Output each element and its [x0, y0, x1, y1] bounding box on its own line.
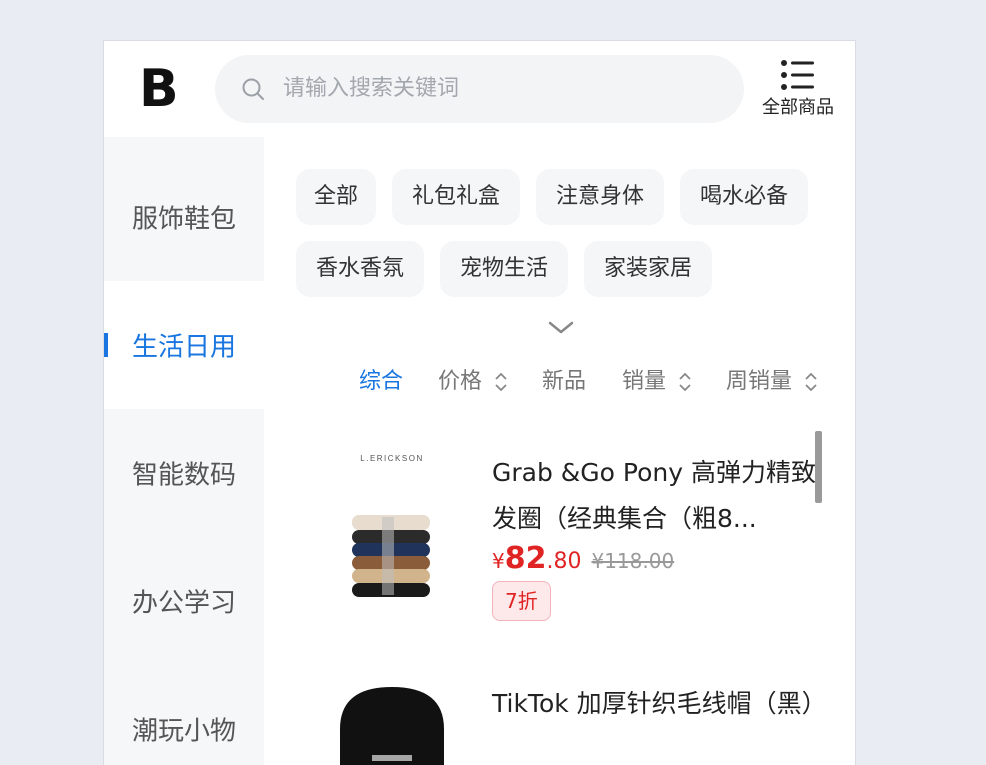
chip-fragrance[interactable]: 香水香氛	[296, 241, 424, 297]
sidebar-item-office[interactable]: 办公学习	[104, 537, 264, 665]
scrollbar[interactable]	[815, 431, 822, 503]
sort-label: 综合	[359, 369, 404, 394]
search-input[interactable]: 请输入搜索关键词	[215, 55, 744, 123]
chip-all[interactable]: 全部	[296, 169, 376, 225]
app-screen: B 请输入搜索关键词 全部商品 服饰鞋包 生活日用 智能数码 办公学习 潮玩小物…	[103, 40, 856, 765]
sort-label: 周销量	[726, 369, 793, 394]
product-brand-print: L.ERICKSON	[360, 454, 423, 463]
sort-weekly-sales[interactable]: 周销量	[726, 367, 817, 397]
sort-label: 价格	[438, 369, 483, 394]
beanie-image	[340, 687, 444, 765]
product-title[interactable]: Grab &Go Pony 高弹力精致发圈（经典集合（粗8...	[492, 450, 832, 542]
sidebar-item-daily-life[interactable]: 生活日用	[104, 281, 264, 409]
sidebar-item-label: 智能数码	[132, 460, 237, 491]
chip-home[interactable]: 家装家居	[584, 241, 712, 297]
chip-gift-box[interactable]: 礼包礼盒	[392, 169, 520, 225]
all-goods-button[interactable]: 全部商品	[748, 59, 848, 119]
original-price: ¥118.00	[591, 549, 675, 573]
search-placeholder: 请输入搜索关键词	[283, 76, 460, 101]
sidebar-item-label: 办公学习	[132, 588, 237, 619]
sort-price[interactable]: 价格	[438, 367, 507, 397]
sidebar-item-digital[interactable]: 智能数码	[104, 409, 264, 537]
sort-new[interactable]: 新品	[542, 367, 586, 397]
sort-comprehensive[interactable]: 综合	[359, 367, 403, 397]
product-title[interactable]: TikTok 加厚针织毛线帽（黑）	[492, 681, 832, 727]
product-price: ¥82.80 ¥118.00	[492, 541, 674, 576]
sort-label: 新品	[542, 369, 587, 394]
product-image-beanie[interactable]	[312, 669, 472, 765]
sidebar-item-apparel[interactable]: 服饰鞋包	[104, 153, 264, 281]
price-integer: 82	[504, 541, 547, 576]
brand-logo[interactable]: B	[139, 63, 179, 115]
chip-drinkware[interactable]: 喝水必备	[680, 169, 808, 225]
category-sidebar: 服饰鞋包 生活日用 智能数码 办公学习 潮玩小物	[104, 137, 264, 765]
price-currency: ¥	[492, 549, 505, 573]
list-menu-icon	[781, 60, 814, 90]
chip-pet[interactable]: 宠物生活	[440, 241, 568, 297]
sidebar-item-label: 服饰鞋包	[132, 204, 237, 235]
chip-health[interactable]: 注意身体	[536, 169, 664, 225]
chevron-down-icon[interactable]	[548, 321, 574, 335]
sidebar-item-label: 潮玩小物	[132, 716, 237, 747]
sort-arrows-icon	[679, 372, 691, 392]
sidebar-item-toys[interactable]: 潮玩小物	[104, 665, 264, 765]
sort-arrows-icon	[805, 372, 817, 392]
sort-arrows-icon	[495, 372, 507, 392]
active-indicator	[104, 333, 108, 357]
hair-ties-image: L.ERICKSON	[352, 454, 430, 597]
sort-sales[interactable]: 销量	[622, 367, 691, 397]
sidebar-item-label: 生活日用	[132, 332, 237, 363]
product-image-hair-ties[interactable]: L.ERICKSON	[312, 437, 472, 607]
all-goods-label: 全部商品	[762, 97, 834, 118]
search-icon	[242, 78, 264, 100]
discount-badge: 7折	[492, 581, 551, 621]
price-decimal: .80	[546, 549, 582, 574]
sort-label: 销量	[622, 369, 667, 394]
